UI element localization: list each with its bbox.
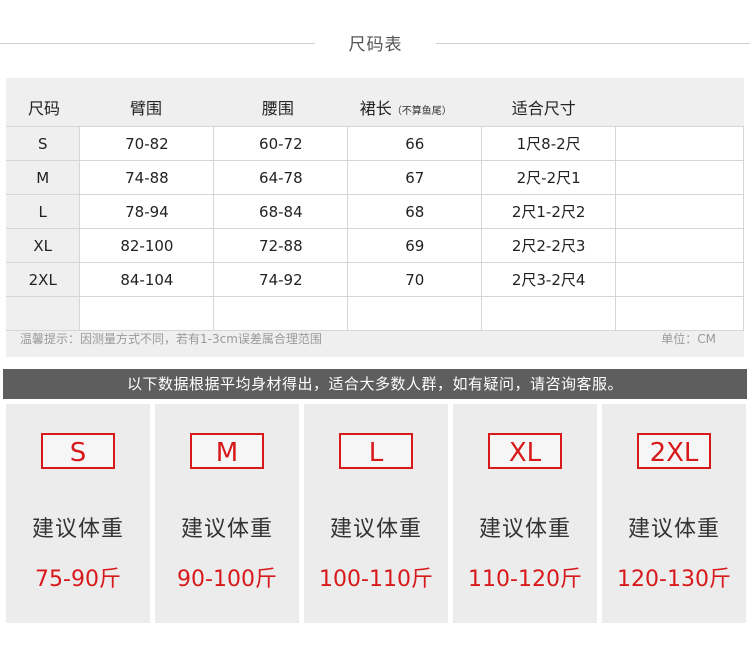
size-badge: M (190, 433, 264, 469)
weight-range: 75-90斤 (35, 567, 121, 592)
cell-waist: 60-72 (213, 126, 349, 161)
cell-arm: 82-100 (79, 228, 215, 263)
cell-fit: 2尺2-2尺3 (481, 228, 617, 263)
cell-arm: 70-82 (79, 126, 215, 161)
cell-empty (481, 296, 617, 331)
weight-label: 建议体重 (180, 517, 273, 542)
weight-card-m: M 建议体重 90-100斤 (155, 404, 299, 623)
cell-length: 70 (347, 262, 483, 297)
weight-card-s: S 建议体重 75-90斤 (6, 404, 150, 623)
cell-waist: 64-78 (213, 160, 349, 195)
table-row: M 74-88 64-78 67 2尺-2尺1 (6, 160, 744, 195)
cell-arm: 84-104 (79, 262, 215, 297)
size-badge: 2XL (637, 433, 711, 469)
column-header-fit: 适合尺寸 (481, 88, 616, 127)
column-header-length: 裙长（不算鱼尾） (347, 88, 482, 127)
cell-empty (615, 160, 744, 195)
cell-empty (615, 296, 744, 331)
weight-range: 90-100斤 (177, 567, 277, 592)
cell-empty (347, 296, 483, 331)
column-header-waist: 腰围 (213, 88, 348, 127)
table-row: L 78-94 68-84 68 2尺1-2尺2 (6, 194, 744, 229)
cell-waist: 74-92 (213, 262, 349, 297)
column-header-arm: 臂围 (79, 88, 214, 127)
cell-empty (79, 296, 215, 331)
weight-card-xl: XL 建议体重 110-120斤 (453, 404, 597, 623)
column-header-length-note: （不算鱼尾） (391, 106, 452, 117)
unit-label: 单位：CM (661, 332, 716, 346)
column-header-length-label: 裙长 (359, 99, 392, 118)
cell-empty (6, 296, 81, 331)
weight-card-l: L 建议体重 100-110斤 (304, 404, 448, 623)
cell-empty (615, 262, 744, 297)
table-row: S 70-82 60-72 66 1尺8-2尺 (6, 126, 744, 161)
measurement-note: 温馨提示：因测量方式不同，若有1-3cm误差属合理范围 (20, 332, 322, 346)
table-row-empty (6, 296, 744, 331)
weight-range: 110-120斤 (468, 567, 582, 592)
size-table-panel: 尺码 臂围 腰围 裙长（不算鱼尾） 适合尺寸 S 70-82 60-72 66 … (6, 78, 744, 357)
weight-range: 100-110斤 (319, 567, 433, 592)
size-badge: L (339, 433, 413, 469)
cell-size: XL (6, 228, 81, 263)
cell-length: 67 (347, 160, 483, 195)
cell-size: S (6, 126, 81, 161)
weight-card-2xl: 2XL 建议体重 120-130斤 (602, 404, 746, 623)
weight-label: 建议体重 (31, 517, 124, 542)
cell-waist: 72-88 (213, 228, 349, 263)
info-banner: 以下数据根据平均身材得出，适合大多数人群，如有疑问，请咨询客服。 (3, 369, 747, 399)
size-table: 尺码 臂围 腰围 裙长（不算鱼尾） 适合尺寸 S 70-82 60-72 66 … (6, 88, 744, 331)
cell-arm: 74-88 (79, 160, 215, 195)
weight-label: 建议体重 (329, 517, 422, 542)
cell-empty (615, 126, 744, 161)
cell-waist: 68-84 (213, 194, 349, 229)
cell-size: 2XL (6, 262, 81, 297)
size-badge: XL (488, 433, 562, 469)
cell-empty (213, 296, 349, 331)
table-row: 2XL 84-104 74-92 70 2尺3-2尺4 (6, 262, 744, 297)
weight-range: 120-130斤 (617, 567, 731, 592)
cell-size: L (6, 194, 81, 229)
cell-empty (615, 228, 744, 263)
cell-fit: 2尺-2尺1 (481, 160, 617, 195)
cell-length: 68 (347, 194, 483, 229)
column-header-empty (615, 88, 744, 127)
page-title: 尺码表 (348, 35, 403, 55)
cell-empty (615, 194, 744, 229)
table-header-row: 尺码 臂围 腰围 裙长（不算鱼尾） 适合尺寸 (6, 88, 744, 127)
cell-fit: 1尺8-2尺 (481, 126, 617, 161)
weight-label: 建议体重 (627, 517, 720, 542)
weight-label: 建议体重 (478, 517, 571, 542)
column-header-size: 尺码 (6, 88, 80, 127)
cell-size: M (6, 160, 81, 195)
title-divider-left (0, 43, 315, 44)
cell-length: 69 (347, 228, 483, 263)
size-badge: S (41, 433, 115, 469)
cell-fit: 2尺3-2尺4 (481, 262, 617, 297)
title-row: 尺码表 (0, 26, 750, 62)
cell-length: 66 (347, 126, 483, 161)
table-row: XL 82-100 72-88 69 2尺2-2尺3 (6, 228, 744, 263)
cell-fit: 2尺1-2尺2 (481, 194, 617, 229)
title-divider-right (436, 43, 750, 44)
cell-arm: 78-94 (79, 194, 215, 229)
